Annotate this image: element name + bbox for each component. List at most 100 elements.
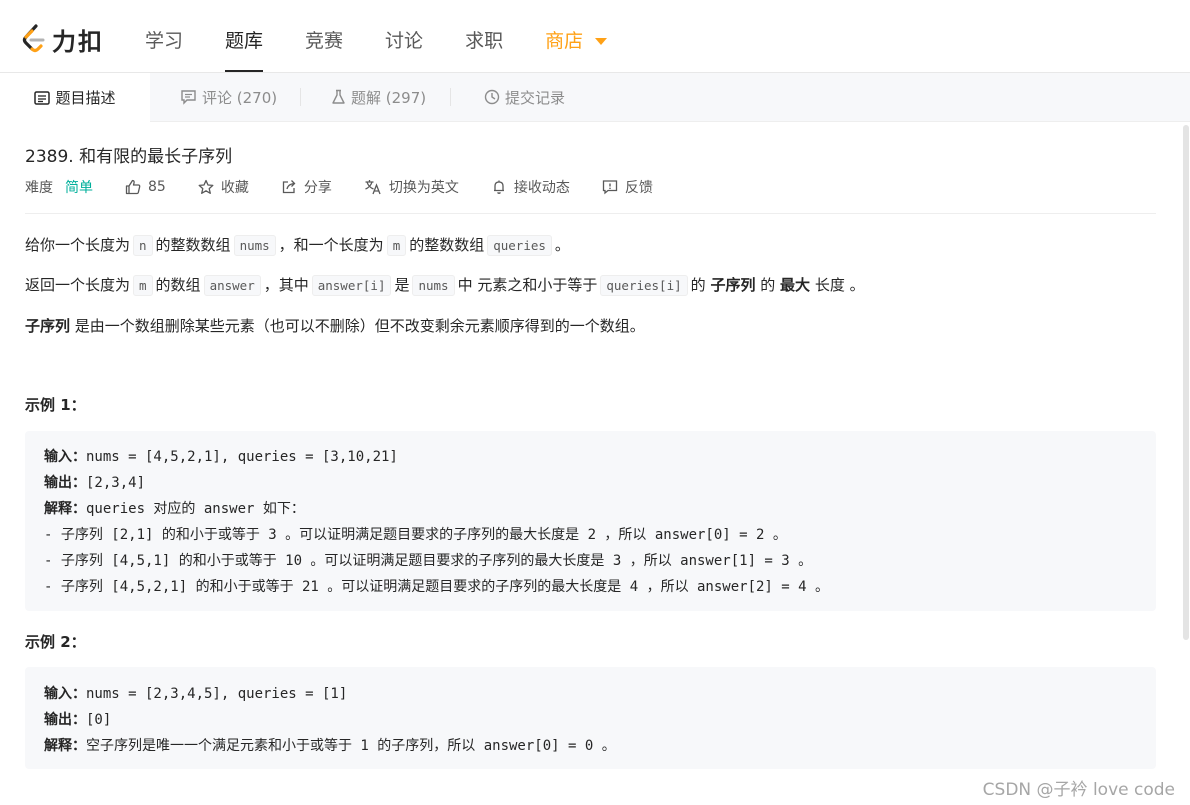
example-1-explain: 解释：queries 对应的 answer 如下：: [44, 498, 305, 518]
tab-description-label: 题目描述: [55, 89, 116, 107]
output-value: [0]: [86, 712, 112, 728]
like-button[interactable]: 85: [125, 179, 166, 195]
explain-value: queries 对应的 answer 如下：: [86, 501, 305, 517]
share-button[interactable]: 分享: [281, 177, 332, 197]
example-1-detail: - 子序列 [2,1] 的和小于或等于 3 。可以证明满足题目要求的子序列的最大…: [44, 527, 787, 543]
share-icon: [282, 180, 296, 194]
switch-language-label: 切换为英文: [388, 180, 459, 196]
text: 的: [690, 276, 706, 294]
bold-text: 最大: [780, 276, 811, 294]
top-navbar: 力扣 学习 题库 竞赛 讨论 求职 商店: [0, 0, 1190, 73]
text: 的数组: [155, 276, 201, 294]
divider: [25, 213, 1156, 214]
text: ，和一个长度为: [278, 236, 384, 254]
output-label: 输出：: [44, 712, 86, 728]
like-count: 85: [148, 179, 166, 195]
input-value: nums = [2,3,4,5], queries = [1]: [86, 686, 348, 702]
translate-icon: [365, 180, 381, 195]
example-1-detail: - 子序列 [4,5,1] 的和小于或等于 10 。可以证明满足题目要求的子序列…: [44, 553, 813, 569]
feedback-icon: [602, 180, 617, 195]
inline-code: queries[i]: [600, 275, 688, 296]
text: 的整数数组: [409, 236, 485, 254]
nav-item-shop[interactable]: 商店: [545, 0, 608, 72]
explain-label: 解释：: [44, 738, 86, 754]
inline-code: answer[i]: [311, 275, 392, 296]
example-2-title: 示例 2：: [25, 633, 86, 651]
description-paragraph-1: 给你一个长度为 n 的整数数组 nums ，和一个长度为 m 的整数数组 queries。: [25, 234, 570, 256]
difficulty-label: 难度: [25, 180, 53, 196]
caret-down-icon: [595, 38, 608, 45]
nav-item-problems[interactable]: 题库: [225, 0, 264, 72]
inline-code: answer: [203, 275, 261, 296]
description-paragraph-2: 返回一个长度为 m 的数组 answer ，其中 answer[i] 是 nums 中 元素之和…: [25, 274, 865, 296]
description-paragraph-3: 子序列 是由一个数组删除某些元素（也可以不删除）但不改变剩余元素顺序得到的一个数…: [25, 315, 645, 336]
feedback-button[interactable]: 反馈: [602, 177, 653, 197]
leetcode-logo-icon: [22, 24, 45, 53]
tab-solutions-label: 题解 (297): [351, 88, 427, 107]
tab-solutions[interactable]: 题解 (297): [331, 73, 426, 121]
nav-item-learn[interactable]: 学习: [145, 0, 183, 72]
input-label: 输入：: [44, 449, 86, 465]
tab-comments[interactable]: 评论 (270): [180, 73, 277, 121]
bell-icon: [493, 180, 504, 194]
input-label: 输入：: [44, 686, 86, 702]
tab-divider: [300, 88, 301, 106]
tab-description[interactable]: 题目描述: [0, 73, 150, 122]
watermark: CSDN @子衿 love code: [982, 780, 1175, 800]
bold-text: 子序列: [25, 317, 71, 335]
text: 是: [394, 276, 410, 294]
star-icon: [198, 179, 214, 194]
text: 给你一个长度为: [25, 236, 131, 254]
text: 返回一个长度为: [25, 276, 131, 294]
flask-icon: [332, 89, 345, 104]
explain-label: 解释：: [44, 501, 86, 517]
history-icon: [484, 89, 500, 105]
subscribe-label: 接收动态: [513, 180, 570, 196]
problem-tabs: 题目描述 评论 (270) 题解 (297) 提交记录: [0, 73, 1190, 122]
inline-code: nums: [412, 275, 455, 296]
text: 中 元素之和小于等于: [457, 276, 598, 294]
text: 的整数数组: [155, 236, 231, 254]
inline-code: n: [133, 235, 153, 256]
example-1-input: 输入：nums = [4,5,2,1], queries = [3,10,21]: [44, 446, 398, 466]
input-value: nums = [4,5,2,1], queries = [3,10,21]: [86, 449, 398, 465]
bold-text: 子序列: [710, 276, 756, 294]
output-label: 输出：: [44, 475, 86, 491]
example-1-block: 输入：nums = [4,5,2,1], queries = [3,10,21]…: [25, 431, 1156, 611]
inline-code: m: [386, 235, 407, 256]
thumbs-up-icon: [125, 179, 141, 195]
example-1-detail: - 子序列 [4,5,2,1] 的和小于或等于 21 。可以证明满足题目要求的子…: [44, 579, 830, 595]
nav-item-contest[interactable]: 竞赛: [305, 0, 343, 72]
favorite-button[interactable]: 收藏: [198, 177, 249, 197]
text: 是由一个数组删除某些元素（也可以不删除）但不改变剩余元素顺序得到的一个数组。: [74, 317, 645, 335]
nav-item-jobs[interactable]: 求职: [465, 0, 503, 72]
share-label: 分享: [303, 180, 332, 196]
shop-label: 商店: [545, 30, 584, 52]
example-1-title: 示例 1：: [25, 396, 86, 414]
logo[interactable]: 力扣: [22, 24, 104, 56]
text: ，其中: [263, 276, 309, 294]
inline-code: nums: [233, 235, 276, 256]
example-2-output: 输出：[0]: [44, 709, 111, 729]
problem-title: 2389. 和有限的最长子序列: [25, 147, 233, 167]
brand-name: 力扣: [52, 27, 104, 56]
explain-value: 空子序列是唯一一个满足元素和小于或等于 1 的子序列，所以 answer[0] …: [86, 738, 616, 754]
tab-comments-label: 评论 (270): [202, 88, 278, 107]
problem-meta: 难度 简单 85 收藏 分享 切换为英文 接收动态 反馈: [25, 177, 685, 197]
example-1-output: 输出：[2,3,4]: [44, 472, 145, 492]
nav-item-discuss[interactable]: 讨论: [385, 0, 423, 72]
tab-submissions[interactable]: 提交记录: [484, 73, 565, 121]
main-nav: 学习 题库 竞赛 讨论 求职 商店: [145, 0, 649, 72]
scrollbar[interactable]: [1183, 125, 1189, 640]
text: 。: [554, 236, 570, 254]
text: 长度 。: [814, 276, 865, 294]
text: 的: [760, 276, 776, 294]
switch-language-button[interactable]: 切换为英文: [364, 177, 459, 197]
example-2-input: 输入：nums = [2,3,4,5], queries = [1]: [44, 683, 347, 703]
feedback-label: 反馈: [624, 180, 653, 196]
inline-code: queries: [487, 235, 552, 256]
difficulty-badge: 简单: [65, 180, 93, 196]
comment-icon: [181, 90, 196, 105]
subscribe-button[interactable]: 接收动态: [491, 177, 570, 197]
output-value: [2,3,4]: [86, 475, 146, 491]
